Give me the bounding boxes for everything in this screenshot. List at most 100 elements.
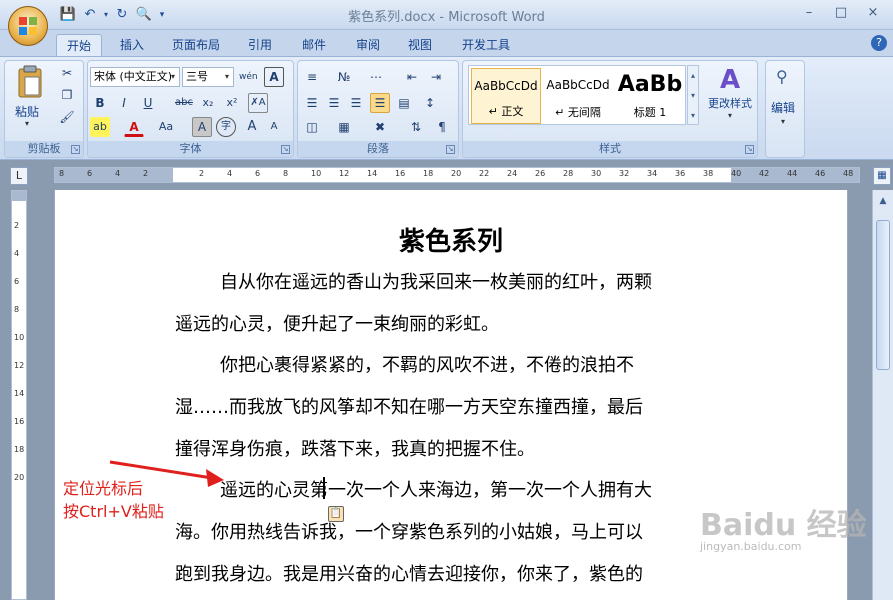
ruler-margin-left xyxy=(55,168,173,182)
tab-view[interactable]: 视图 xyxy=(398,34,442,56)
tab-mailings[interactable]: 邮件 xyxy=(292,34,336,56)
paste-options-icon[interactable]: 📋 xyxy=(328,506,344,522)
decrease-indent-icon[interactable]: ⇤ xyxy=(402,67,422,87)
minimize-button[interactable]: – xyxy=(795,4,823,22)
styles-launcher-icon[interactable]: ↘ xyxy=(745,145,754,154)
vertical-scrollbar[interactable]: ▲ xyxy=(872,190,893,600)
phonetic-guide-icon[interactable]: wén xyxy=(238,67,258,87)
paste-button[interactable]: 粘贴 xyxy=(15,103,39,120)
office-button[interactable] xyxy=(8,6,48,46)
tab-page-layout[interactable]: 页面布局 xyxy=(164,34,228,56)
justify-icon[interactable]: ☰ xyxy=(370,93,390,113)
highlight-icon[interactable]: ab xyxy=(90,117,110,137)
style-preview: AaBbCcDd xyxy=(474,79,538,93)
copy-icon[interactable]: ❐ xyxy=(57,85,77,105)
italic-button[interactable]: I xyxy=(114,93,134,113)
shading-icon[interactable]: ◫ xyxy=(302,117,322,137)
strikethrough-button[interactable]: abc xyxy=(174,93,194,113)
distributed-icon[interactable]: ▤ xyxy=(394,93,414,113)
tab-references[interactable]: 引用 xyxy=(238,34,282,56)
scroll-thumb[interactable] xyxy=(876,220,890,370)
tab-insert[interactable]: 插入 xyxy=(110,34,154,56)
align-left-icon[interactable]: ☰ xyxy=(302,93,322,113)
ruler-number: 14 xyxy=(367,169,378,178)
editing-group[interactable]: ⚲ 编辑 ▾ xyxy=(765,60,805,158)
style-heading-1[interactable]: AaBb 标题 1 xyxy=(615,68,685,124)
clear-formatting-icon[interactable]: ✗A xyxy=(248,93,268,113)
superscript-button[interactable]: x² xyxy=(222,93,242,113)
office-logo-icon xyxy=(19,17,37,35)
chinese-layout-icon[interactable]: ✖ xyxy=(370,117,390,137)
ruler-number: 10 xyxy=(14,333,25,342)
font-launcher-icon[interactable]: ↘ xyxy=(281,145,290,154)
horizontal-ruler[interactable]: 8 6 4 2 2 4 6 8 10 12 14 16 18 20 22 24 26 28 30 32 34 36 38 40… xyxy=(54,167,860,183)
ruler-number: 18 xyxy=(423,169,434,178)
paragraph-launcher-icon[interactable]: ↘ xyxy=(446,145,455,154)
change-case-button[interactable]: Aa xyxy=(156,117,176,137)
align-right-icon[interactable]: ☰ xyxy=(346,93,366,113)
bold-button[interactable]: B xyxy=(90,93,110,113)
bullets-icon[interactable]: ≡ xyxy=(302,67,322,87)
character-border-icon[interactable]: A xyxy=(264,67,284,87)
borders-icon[interactable]: ▦ xyxy=(334,117,354,137)
ruler-number: 14 xyxy=(14,389,25,398)
editing-label: 编辑 xyxy=(771,101,796,115)
align-center-icon[interactable]: ☰ xyxy=(324,93,344,113)
tab-developer[interactable]: 开发工具 xyxy=(452,34,520,56)
ruler-number: 38 xyxy=(703,169,714,178)
format-painter-icon[interactable]: 🖌 xyxy=(57,107,77,127)
paragraph-group-label: 段落 xyxy=(298,141,458,157)
ruler-number: 4 xyxy=(115,169,121,178)
style-normal[interactable]: AaBbCcDd ↵ 正文 xyxy=(471,68,541,124)
style-name: 标题 1 xyxy=(633,106,667,119)
paste-dropdown-icon[interactable]: ▾ xyxy=(25,119,29,128)
ruler-number: 48 xyxy=(843,169,854,178)
window-controls: – □ × xyxy=(795,4,887,22)
ruler-number: 16 xyxy=(395,169,406,178)
close-button[interactable]: × xyxy=(859,4,887,22)
paste-icon[interactable] xyxy=(13,65,47,101)
font-color-icon[interactable]: A xyxy=(124,117,144,137)
subscript-button[interactable]: x₂ xyxy=(198,93,218,113)
font-name-combo[interactable]: 宋体 (中文正文) ▾ xyxy=(90,67,180,87)
shrink-font-button[interactable]: A xyxy=(264,117,284,137)
style-no-spacing[interactable]: AaBbCcDd ↵ 无间隔 xyxy=(543,68,613,124)
paragraph-line: 跑到我身边。我是用兴奋的心情去迎接你，你来了，紫色的 xyxy=(175,564,643,585)
increase-indent-icon[interactable]: ⇥ xyxy=(426,67,446,87)
cut-icon[interactable]: ✂ xyxy=(57,63,77,83)
show-marks-icon[interactable]: ¶ xyxy=(432,117,452,137)
ruler-number: 4 xyxy=(14,249,20,258)
ruler-number: 12 xyxy=(339,169,350,178)
tab-review[interactable]: 审阅 xyxy=(346,34,390,56)
enclose-characters-icon[interactable]: 字 xyxy=(216,117,236,137)
tab-selector[interactable]: L xyxy=(10,167,28,185)
change-styles-button[interactable]: A 更改样式 ▾ xyxy=(703,65,757,125)
underline-button[interactable]: U xyxy=(138,93,158,113)
numbering-icon[interactable]: № xyxy=(334,67,354,87)
ruler-number: 6 xyxy=(87,169,93,178)
ruler-number: 8 xyxy=(283,169,289,178)
window-title: 紫色系列.docx - Microsoft Word xyxy=(348,10,545,25)
clipboard-launcher-icon[interactable]: ↘ xyxy=(71,145,80,154)
ruler-number: 12 xyxy=(14,361,25,370)
multilevel-list-icon[interactable]: ⋯ xyxy=(366,67,386,87)
watermark-text: Baidu 经验 xyxy=(700,508,867,543)
character-shading-button[interactable]: A xyxy=(192,117,212,137)
sort-icon[interactable]: ⇅ xyxy=(406,117,426,137)
maximize-button[interactable]: □ xyxy=(827,4,855,22)
chevron-down-icon: ▾ xyxy=(170,72,175,81)
ruler-number: 46 xyxy=(815,169,826,178)
style-gallery-scroll[interactable]: ▴ ▾ ▾ xyxy=(687,65,699,125)
ruler-margin-top xyxy=(12,191,26,201)
tab-home[interactable]: 开始 xyxy=(56,34,102,56)
line-spacing-icon[interactable]: ↕ xyxy=(420,93,440,113)
chevron-down-icon: ▾ xyxy=(781,117,786,126)
font-size-combo[interactable]: 三号 ▾ xyxy=(182,67,234,87)
vertical-ruler[interactable]: 2 4 6 8 10 12 14 16 18 20 xyxy=(11,190,27,600)
styles-group-label: 样式 xyxy=(463,141,757,157)
view-ruler-icon[interactable]: ▦ xyxy=(873,167,891,185)
help-icon[interactable]: ? xyxy=(871,35,887,51)
grow-font-button[interactable]: A xyxy=(242,117,262,137)
scroll-up-icon[interactable]: ▲ xyxy=(876,196,890,210)
paragraph-group: ≡ № ⋯ ⇤ ⇥ ☰ ☰ ☰ ☰ ▤ ↕ ◫ ▦ ✖ ⇅ ¶ 段落 ↘ xyxy=(297,60,459,158)
